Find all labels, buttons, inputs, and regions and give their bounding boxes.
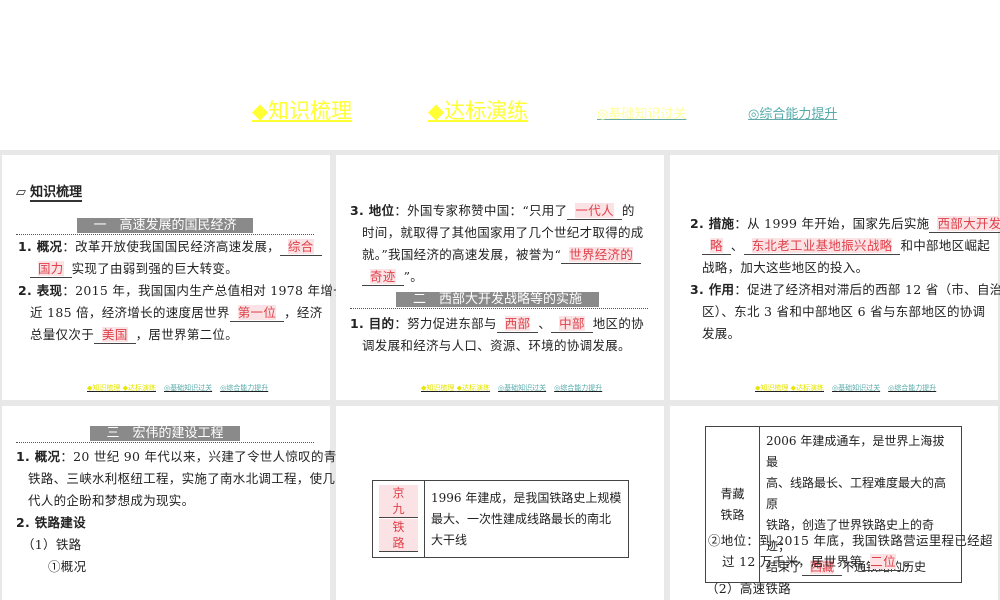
text-line: （2）高速铁路 (706, 581, 792, 596)
text-line: 3. 作用：促进了经济相对滞后的西部 12 省（市、自治 (690, 282, 1000, 297)
text-line: 1. 目的：努力促进东部与 西部、中部 地区的协 (350, 316, 644, 333)
slide-2[interactable]: 3. 地位：外国专家称赞中国：“只用了 一代人的 时间，就取得了其他国家用了几个世… (336, 155, 664, 400)
text-line: 就。”我国经济的高速发展，被誉为“ 世界经济的 (362, 244, 642, 266)
mini-nav[interactable]: ◆知识梳理 ◆达标演练 ◎基础知识过关 ◎综合能力提升 (421, 383, 602, 393)
section-title: 知识梳理 (30, 185, 83, 202)
section-bar: 一 高速发展的国民经济 (77, 218, 253, 233)
text-line: 2. 铁路建设 (16, 515, 86, 530)
text-line: 国力 实现了由弱到强的巨大转变。 (30, 258, 238, 280)
slide-6[interactable]: 青藏 铁路 2006 年建成通车，是世界上海拔最 高、线路最长、工程难度最大的高原铁… (670, 406, 998, 600)
mini-nav[interactable]: ◆知识梳理 ◆达标演练 ◎基础知识过关 ◎综合能力提升 (755, 383, 936, 393)
text-line: 发展。 (702, 326, 741, 341)
slide-4[interactable]: 三 宏伟的建设工程 1. 概况：20 世纪 90 年代以来，兴建了令世人惊叹的青… (2, 406, 349, 600)
nav-basic-knowledge[interactable]: ◎基础知识过关 (597, 103, 686, 122)
nav-practice[interactable]: ◆达标演练 (428, 95, 528, 125)
text-line: 区）、东北 3 省和中部地区 6 省与东部地区的协调 (702, 304, 986, 319)
text-line: 战略，加大这些地区的投入。 (702, 260, 869, 275)
railway-name: 京九 铁路 (372, 480, 425, 558)
railway-table: 京九 铁路 1996 年建成，是我国铁路史上规模 最大、一次性建成线路最长的南北 大干… (372, 480, 629, 558)
text-line: 1. 概况：改革开放使我国国民经济高速发展， 综合 (18, 236, 322, 258)
railway-description: 1996 年建成，是我国铁路史上规模 最大、一次性建成线路最长的南北 大干线 (424, 480, 629, 558)
section-bar: 三 宏伟的建设工程 (90, 426, 240, 441)
slide-3[interactable]: 2. 措施：从 1999 年开始，国家先后实施西部大开发战 略、东北老工业基地振… (670, 155, 1000, 400)
text-line: 时间，就取得了其他国家用了几个世纪才取得的成 (362, 225, 644, 240)
text-line: （1）铁路 (22, 537, 82, 552)
text-line: ②地位：到 2015 年底，我国铁路营运里程已经超 (708, 533, 993, 548)
divider (16, 234, 314, 235)
text-line: 近 185 倍，经济增长的速度居世界 第一位 ，经济 (30, 305, 323, 322)
section-bar: 二 西部大开发战略等的实施 (396, 292, 599, 307)
text-line: 调发展和经济与人口、资源、环境的协调发展。 (362, 338, 631, 353)
text-line: ①概况 (48, 559, 87, 574)
top-navigation: ◆知识梳理 ◆达标演练 ◎基础知识过关 ◎综合能力提升 (0, 95, 1000, 135)
divider (350, 308, 648, 309)
text-line: 1. 概况：20 世纪 90 年代以来，兴建了令世人惊叹的青藏 (16, 449, 350, 464)
text-line: 代人的企盼和梦想成为现实。 (28, 493, 195, 508)
book-icon: ▱ (16, 185, 26, 200)
text-line: 铁路、三峡水利枢纽工程，实施了南水北调工程，使几 (28, 471, 336, 486)
text-line: 2. 表现：2015 年，我国国内生产总值相对 1978 年增长了 (18, 283, 359, 298)
nav-knowledge-review[interactable]: ◆知识梳理 (252, 95, 352, 125)
table-row: 京九 铁路 1996 年建成，是我国铁路史上规模 最大、一次性建成线路最长的南北 大干… (372, 480, 629, 558)
divider (16, 442, 314, 443)
text-line: 奇迹”。 (362, 266, 423, 288)
mini-nav[interactable]: ◆知识梳理 ◆达标演练 ◎基础知识过关 ◎综合能力提升 (87, 383, 268, 393)
text-line: 略、东北老工业基地振兴战略 和中部地区崛起 (702, 235, 990, 257)
text-line: 3. 地位：外国专家称赞中国：“只用了 一代人的 (350, 203, 635, 220)
slide-1[interactable]: ▱ 知识梳理 一 高速发展的国民经济 1. 概况：改革开放使我国国民经济高速发展… (2, 155, 358, 400)
section-header: ▱ 知识梳理 (16, 181, 83, 202)
text-line: 2. 措施：从 1999 年开始，国家先后实施西部大开发战 (690, 213, 1000, 235)
nav-ability-improvement[interactable]: ◎综合能力提升 (748, 103, 837, 122)
slide-5[interactable]: 京九 铁路 1996 年建成，是我国铁路史上规模 最大、一次性建成线路最长的南北 大干… (336, 406, 664, 600)
text-line: 过 12 万千米，居世界第 二位。 (722, 554, 917, 571)
text-line: 总量仅次于 美国 ，居世界第二位。 (30, 327, 239, 344)
